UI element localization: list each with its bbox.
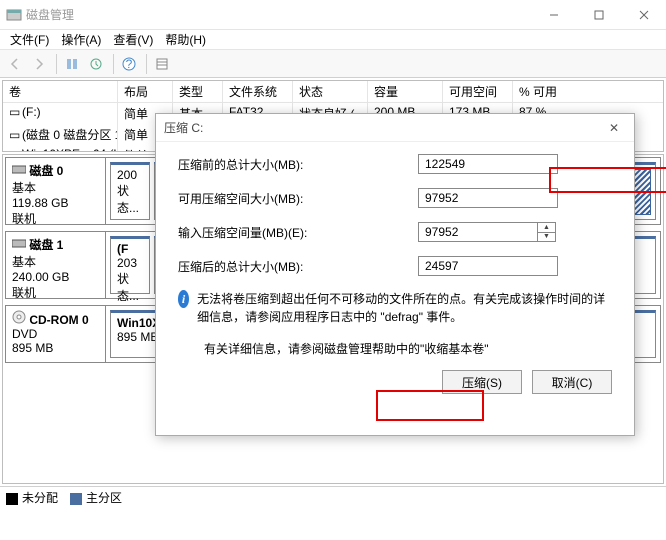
disk-icon	[12, 163, 26, 175]
app-icon	[6, 7, 22, 23]
spin-down-button[interactable]: ▼	[538, 233, 555, 242]
label-available: 可用压缩空间大小(MB):	[178, 190, 418, 207]
refresh-icon[interactable]	[61, 53, 83, 75]
dialog-title: 压缩 C:	[164, 119, 203, 136]
volume-list-header: 卷 布局 类型 文件系统 状态 容量 可用空间 % 可用	[3, 81, 663, 103]
disk1-part1[interactable]: (F 203 状态...	[110, 236, 150, 294]
toolbar: ?	[0, 50, 666, 78]
info-icon: i	[178, 290, 189, 308]
menu-action[interactable]: 操作(A)	[55, 29, 107, 50]
disk-0-info: 磁盘 0 基本 119.88 GB 联机	[6, 158, 106, 224]
label-shrink-amount: 输入压缩空间量(MB)(E):	[178, 224, 418, 241]
cdrom-icon	[12, 310, 26, 324]
window-title: 磁盘管理	[26, 6, 531, 23]
shrink-dialog: 压缩 C: ✕ 压缩前的总计大小(MB): 122549 可用压缩空间大小(MB…	[155, 113, 635, 436]
legend-primary: 主分区	[70, 489, 122, 506]
properties-icon[interactable]	[85, 53, 107, 75]
label-total-before: 压缩前的总计大小(MB):	[178, 156, 418, 173]
close-button[interactable]	[621, 0, 666, 30]
col-pct[interactable]: % 可用	[513, 81, 573, 102]
shrink-button[interactable]: 压缩(S)	[442, 370, 522, 394]
shrink-amount-input[interactable]: 97952	[418, 222, 538, 242]
disk-1-info: 磁盘 1 基本 240.00 GB 联机	[6, 232, 106, 298]
value-total-before: 122549	[418, 154, 558, 174]
legend-unallocated: 未分配	[6, 489, 58, 506]
col-fs[interactable]: 文件系统	[223, 81, 293, 102]
cancel-button[interactable]: 取消(C)	[532, 370, 612, 394]
disk0-part1[interactable]: 200 状态...	[110, 162, 150, 220]
forward-icon	[28, 53, 50, 75]
minimize-button[interactable]	[531, 0, 576, 30]
col-status[interactable]: 状态	[293, 81, 368, 102]
col-type[interactable]: 类型	[173, 81, 223, 102]
menu-help[interactable]: 帮助(H)	[159, 29, 212, 50]
value-available: 97952	[418, 188, 558, 208]
col-volume[interactable]: 卷	[3, 81, 118, 102]
menu-view[interactable]: 查看(V)	[107, 29, 159, 50]
col-capacity[interactable]: 容量	[368, 81, 443, 102]
svg-text:?: ?	[126, 57, 133, 71]
info-row-2: 有关详细信息，请参阅磁盘管理帮助中的"收缩基本卷"	[204, 340, 612, 358]
help-icon[interactable]: ?	[118, 53, 140, 75]
dialog-titlebar: 压缩 C: ✕	[156, 114, 634, 142]
menu-bar: 文件(F) 操作(A) 查看(V) 帮助(H)	[0, 30, 666, 50]
info-row-1: i 无法将卷压缩到超出任何不可移动的文件所在的点。有关完成该操作时间的详细信息，…	[178, 290, 612, 326]
value-total-after: 24597	[418, 256, 558, 276]
menu-file[interactable]: 文件(F)	[4, 29, 55, 50]
col-free[interactable]: 可用空间	[443, 81, 513, 102]
list-icon[interactable]	[151, 53, 173, 75]
cdrom-info: CD-ROM 0 DVD 895 MB	[6, 306, 106, 362]
back-icon	[4, 53, 26, 75]
disk-icon	[12, 237, 26, 249]
shrink-amount-spinner[interactable]: 97952 ▲ ▼	[418, 222, 556, 242]
label-total-after: 压缩后的总计大小(MB):	[178, 258, 418, 275]
dialog-close-button[interactable]: ✕	[602, 121, 626, 135]
col-layout[interactable]: 布局	[118, 81, 173, 102]
window-titlebar: 磁盘管理	[0, 0, 666, 30]
spin-up-button[interactable]: ▲	[538, 223, 555, 233]
maximize-button[interactable]	[576, 0, 621, 30]
legend: 未分配 主分区	[0, 486, 666, 508]
